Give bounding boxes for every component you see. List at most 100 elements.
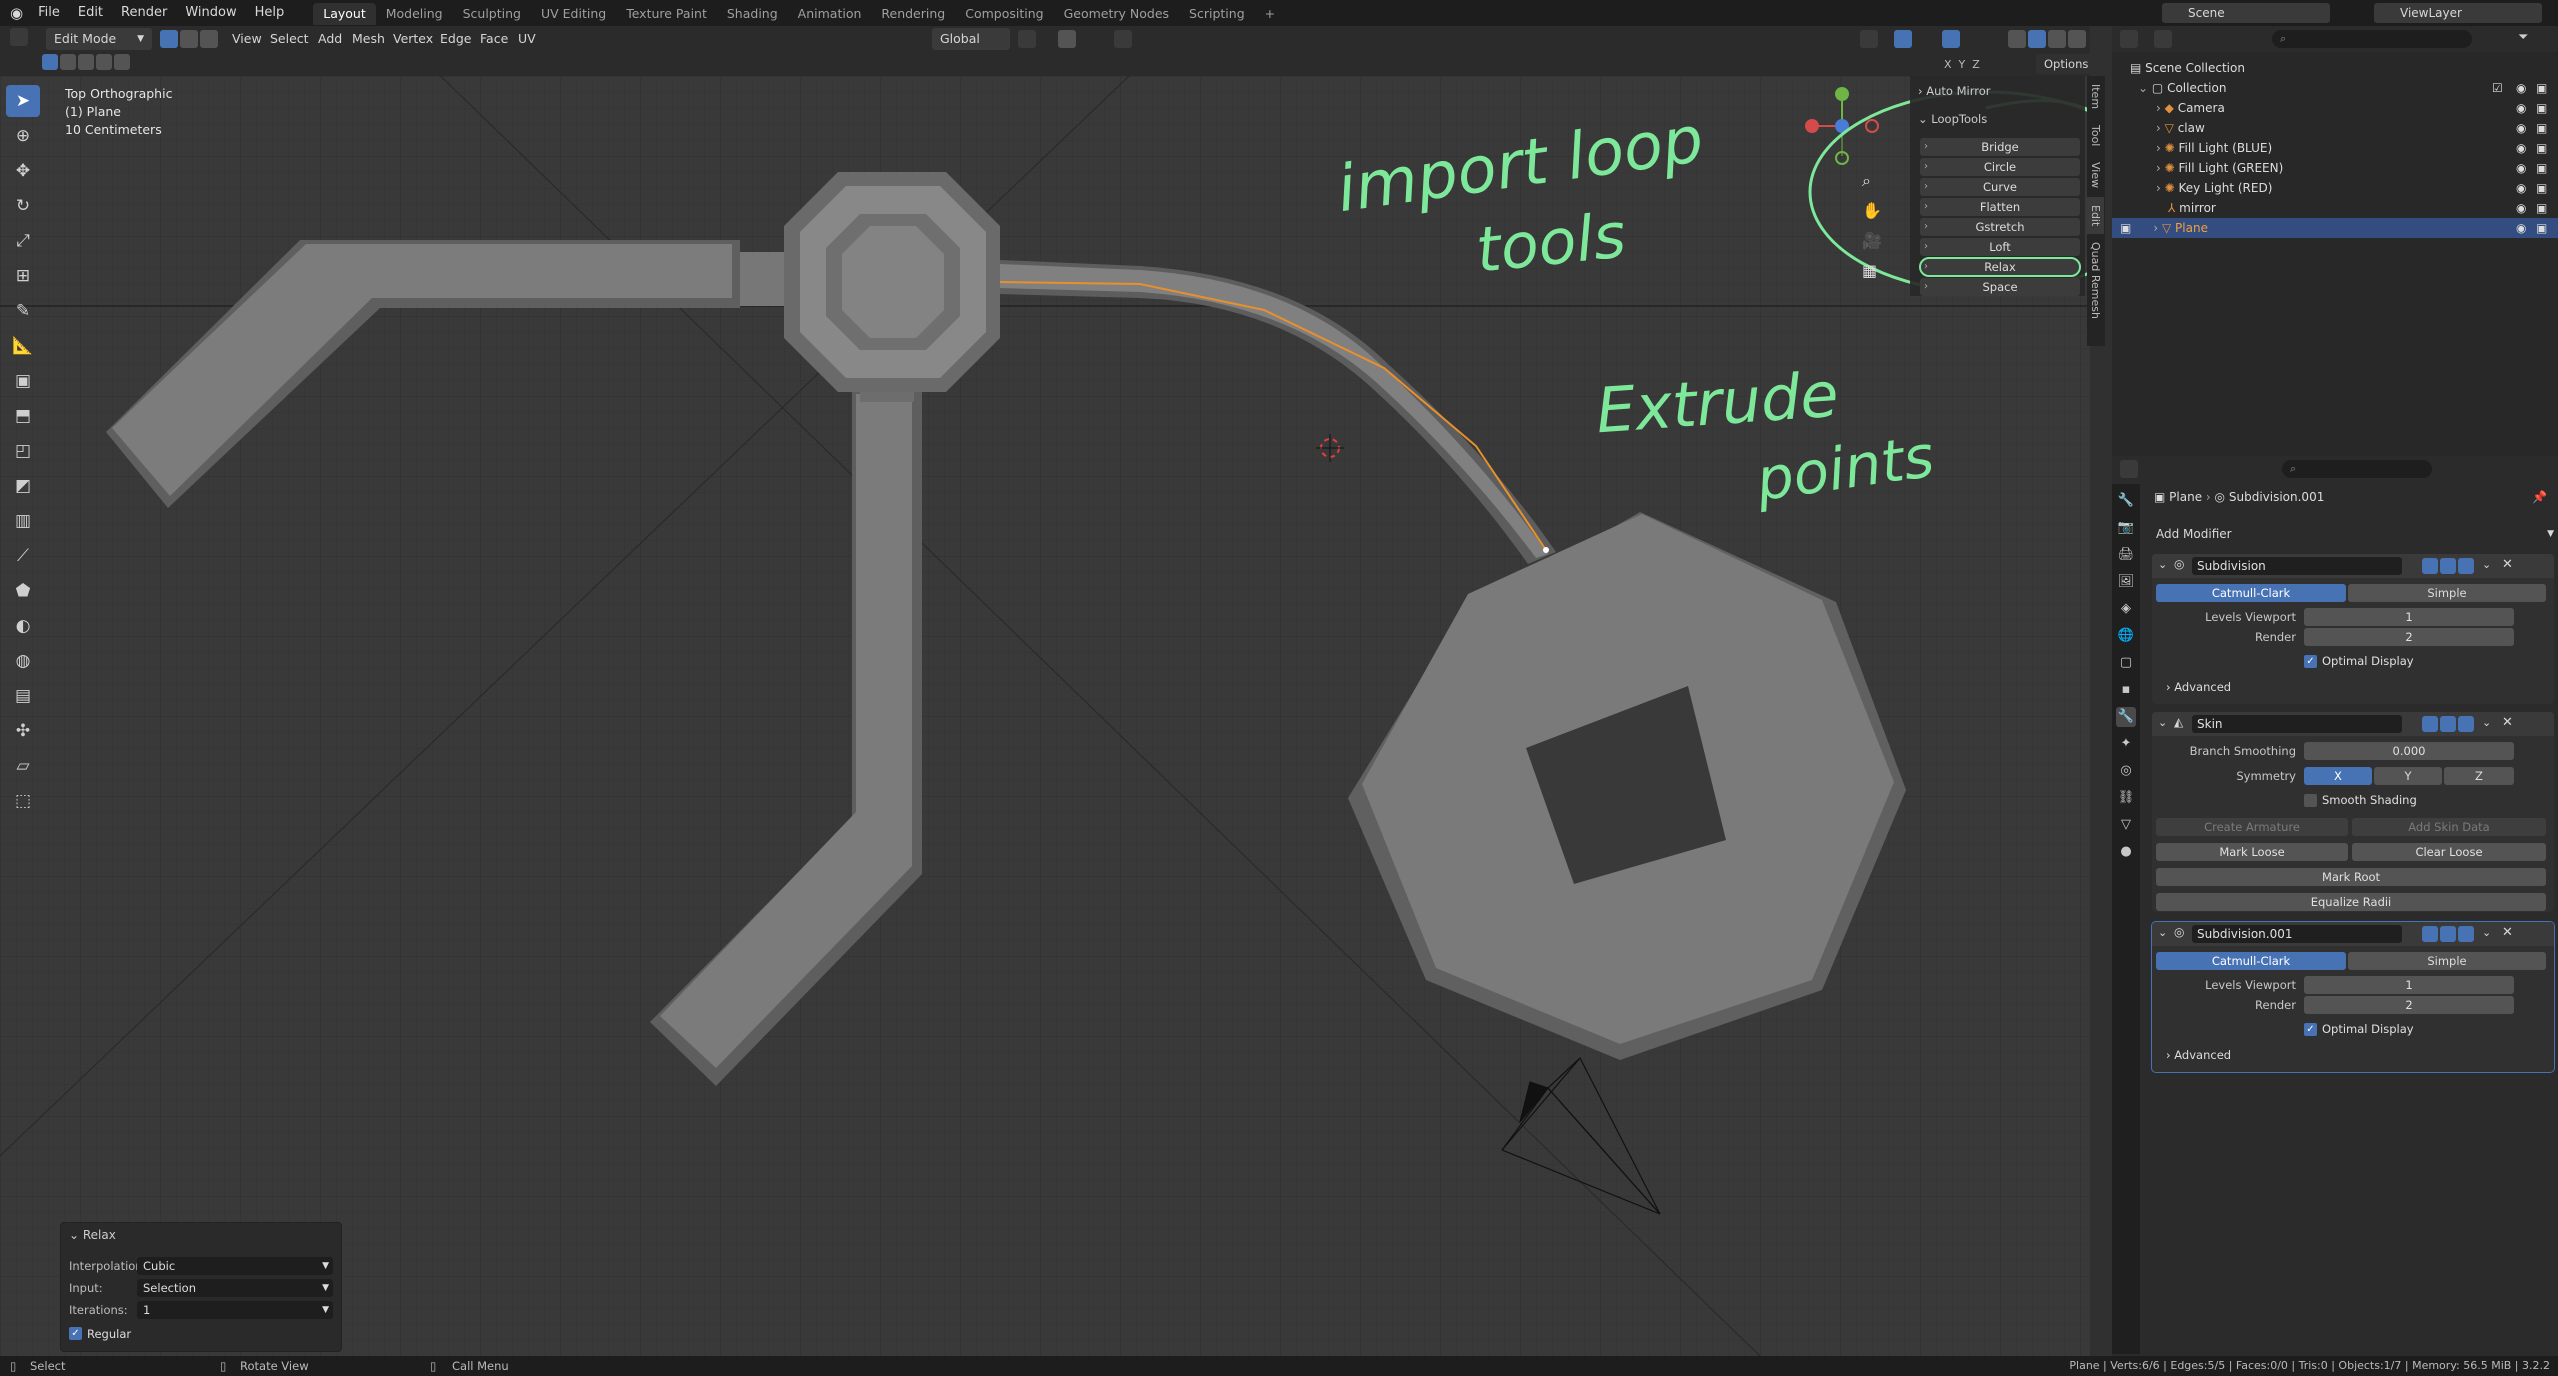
tab-animation[interactable]: Animation (788, 3, 872, 25)
branch-smoothing-field[interactable]: 0.000 (2304, 742, 2514, 760)
outliner-item-camera[interactable]: › ◆ Camera ◉ ▣ (2112, 98, 2558, 118)
tab-tool[interactable]: Tool (2087, 117, 2104, 154)
simple-toggle[interactable]: Simple (2348, 584, 2546, 602)
modifier-name-field[interactable]: Subdivision.001 (2192, 925, 2402, 943)
rotate-tool-icon[interactable]: ↻ (6, 190, 40, 222)
add-workspace-button[interactable]: + (1255, 3, 1285, 25)
gizmo-toggle-icon[interactable] (1860, 30, 1878, 48)
looptools-flatten[interactable]: › Flatten (1920, 198, 2080, 216)
constraints-tab-icon[interactable]: ⛓ (2116, 788, 2136, 808)
material-shading-icon[interactable] (2048, 30, 2066, 48)
face-select-icon[interactable] (200, 30, 218, 48)
select-box-icon[interactable] (42, 54, 58, 70)
camera-render-icon[interactable]: ▣ (2536, 158, 2547, 178)
options-dropdown[interactable]: Options (2036, 54, 2097, 74)
select-invert-icon[interactable] (96, 54, 112, 70)
looptools-bridge[interactable]: › Bridge (1920, 138, 2080, 156)
symmetry-x-toggle[interactable]: X (2304, 767, 2372, 785)
mark-root-button[interactable]: Mark Root (2156, 868, 2546, 886)
outliner-item-fill-light-blue[interactable]: › ✺ Fill Light (BLUE) ◉ ▣ (2112, 138, 2558, 158)
rendered-shading-icon[interactable] (2068, 30, 2086, 48)
camera-render-icon[interactable]: ▣ (2536, 218, 2547, 238)
chevron-down-icon[interactable]: ⌄ (2482, 716, 2491, 729)
render-toggle-icon[interactable] (2458, 558, 2474, 574)
shear-tool-icon[interactable]: ▱ (6, 750, 40, 782)
menu-vertex[interactable]: Vertex (393, 28, 433, 50)
tab-modeling[interactable]: Modeling (376, 3, 453, 25)
outliner-item-plane[interactable]: ▣ › ▽ Plane ◉ ▣ (2112, 218, 2558, 238)
xray-toggle-icon[interactable] (1942, 30, 1960, 48)
snap-icon[interactable] (1058, 30, 1076, 48)
symmetry-y-toggle[interactable]: Y (2374, 767, 2442, 785)
transform-tool-icon[interactable]: ⊞ (6, 260, 40, 292)
zoom-icon[interactable]: ⌕ (1862, 171, 1871, 191)
axis-x-toggle[interactable]: X (1944, 58, 1952, 71)
ortho-toggle-icon[interactable]: ▦ (1862, 261, 1877, 280)
exclude-checkbox[interactable]: ☑ (2492, 78, 2503, 98)
render-toggle-icon[interactable] (2458, 926, 2474, 942)
menu-edit[interactable]: Edit (69, 0, 112, 26)
modifier-tab-icon[interactable]: 🔧 (2116, 707, 2136, 727)
menu-help[interactable]: Help (246, 0, 294, 26)
eye-icon[interactable]: ◉ (2516, 218, 2526, 238)
outliner-item-mirror[interactable]: ⅄ mirror ◉ ▣ (2112, 198, 2558, 218)
simple-toggle[interactable]: Simple (2348, 952, 2546, 970)
tab-compositing[interactable]: Compositing (955, 3, 1053, 25)
tab-geometry-nodes[interactable]: Geometry Nodes (1054, 3, 1179, 25)
camera-render-icon[interactable]: ▣ (2536, 138, 2547, 158)
advanced-subpanel[interactable]: › Advanced (2166, 1048, 2231, 1062)
camera-render-icon[interactable]: ▣ (2536, 198, 2547, 218)
object-tab-icon[interactable]: ▪ (2116, 680, 2136, 700)
menu-window[interactable]: Window (176, 0, 245, 26)
outliner-search-input[interactable]: ⌕ (2272, 30, 2472, 48)
tab-quad-remesh[interactable]: Quad Remesh (2087, 234, 2104, 327)
physics-tab-icon[interactable]: ◎ (2116, 761, 2136, 781)
scene-tab-icon[interactable]: ◈ (2116, 599, 2136, 619)
menu-edge[interactable]: Edge (440, 28, 471, 50)
modifier-header[interactable]: ⌄ ◎ Subdivision.001 ⌄ ✕ (2152, 922, 2554, 946)
looptools-curve[interactable]: › Curve (1920, 178, 2080, 196)
looptools-header[interactable]: ⌄ LoopTools (1918, 112, 1987, 126)
viewport-canvas[interactable] (0, 76, 2090, 1356)
camera-render-icon[interactable]: ▣ (2536, 118, 2547, 138)
levels-viewport-field[interactable]: 1 (2304, 608, 2514, 626)
edit-mode-toggle-icon[interactable] (2422, 926, 2438, 942)
camera-render-icon[interactable]: ▣ (2536, 98, 2547, 118)
collection-tab-icon[interactable]: ▢ (2116, 653, 2136, 673)
smooth-tool-icon[interactable]: ◍ (6, 645, 40, 677)
viewport-toggle-icon[interactable] (2440, 926, 2456, 942)
knife-tool-icon[interactable]: ⟋ (6, 540, 40, 572)
edit-mode-toggle-icon[interactable] (2422, 716, 2438, 732)
tab-shading[interactable]: Shading (717, 3, 788, 25)
render-levels-field[interactable]: 2 (2304, 628, 2514, 646)
modifier-header[interactable]: ⌄ ◎ Subdivision ⌄ ✕ (2152, 554, 2554, 578)
tab-texture-paint[interactable]: Texture Paint (616, 3, 717, 25)
solid-shading-icon[interactable] (2028, 30, 2046, 48)
tab-layout[interactable]: Layout (313, 3, 376, 25)
loop-cut-tool-icon[interactable]: ▥ (6, 505, 40, 537)
outliner-item-claw[interactable]: › ▽ claw ◉ ▣ (2112, 118, 2558, 138)
render-tab-icon[interactable]: 📷 (2116, 518, 2136, 538)
tab-sculpting[interactable]: Sculpting (453, 3, 531, 25)
menu-render[interactable]: Render (112, 0, 176, 26)
tab-rendering[interactable]: Rendering (871, 3, 955, 25)
3d-viewport[interactable]: ⌕ ✋ 🎥 ▦ Top Orthographic (1) Plane 10 Ce… (0, 76, 2090, 1356)
outliner-item-key-light-red[interactable]: › ✺ Key Light (RED) ◉ ▣ (2112, 178, 2558, 198)
create-armature-button[interactable]: Create Armature (2156, 818, 2348, 836)
collection-row[interactable]: ⌄ ▢ Collection ☑ ◉ ▣ (2112, 78, 2558, 98)
editor-type-icon[interactable] (2120, 30, 2138, 48)
wireframe-shading-icon[interactable] (2008, 30, 2026, 48)
annotate-tool-icon[interactable]: ✎ (6, 295, 40, 327)
select-tool-icon[interactable]: ➤ (6, 85, 40, 117)
data-tab-icon[interactable]: ▽ (2116, 815, 2136, 835)
tab-edit[interactable]: Edit (2087, 196, 2104, 234)
pan-hand-icon[interactable]: ✋ (1862, 201, 1882, 220)
material-tab-icon[interactable]: ● (2116, 842, 2136, 862)
camera-render-icon[interactable]: ▣ (2536, 78, 2547, 98)
axis-y-toggle[interactable]: Y (1959, 58, 1966, 71)
close-icon[interactable]: ✕ (2502, 557, 2513, 572)
mirror-axis-toggles[interactable]: X Y Z (1944, 54, 1980, 76)
auto-mirror-header[interactable]: › Auto Mirror (1918, 84, 1991, 98)
eye-icon[interactable]: ◉ (2516, 78, 2526, 98)
collapse-chevron-icon[interactable]: ⌄ (2158, 558, 2167, 571)
